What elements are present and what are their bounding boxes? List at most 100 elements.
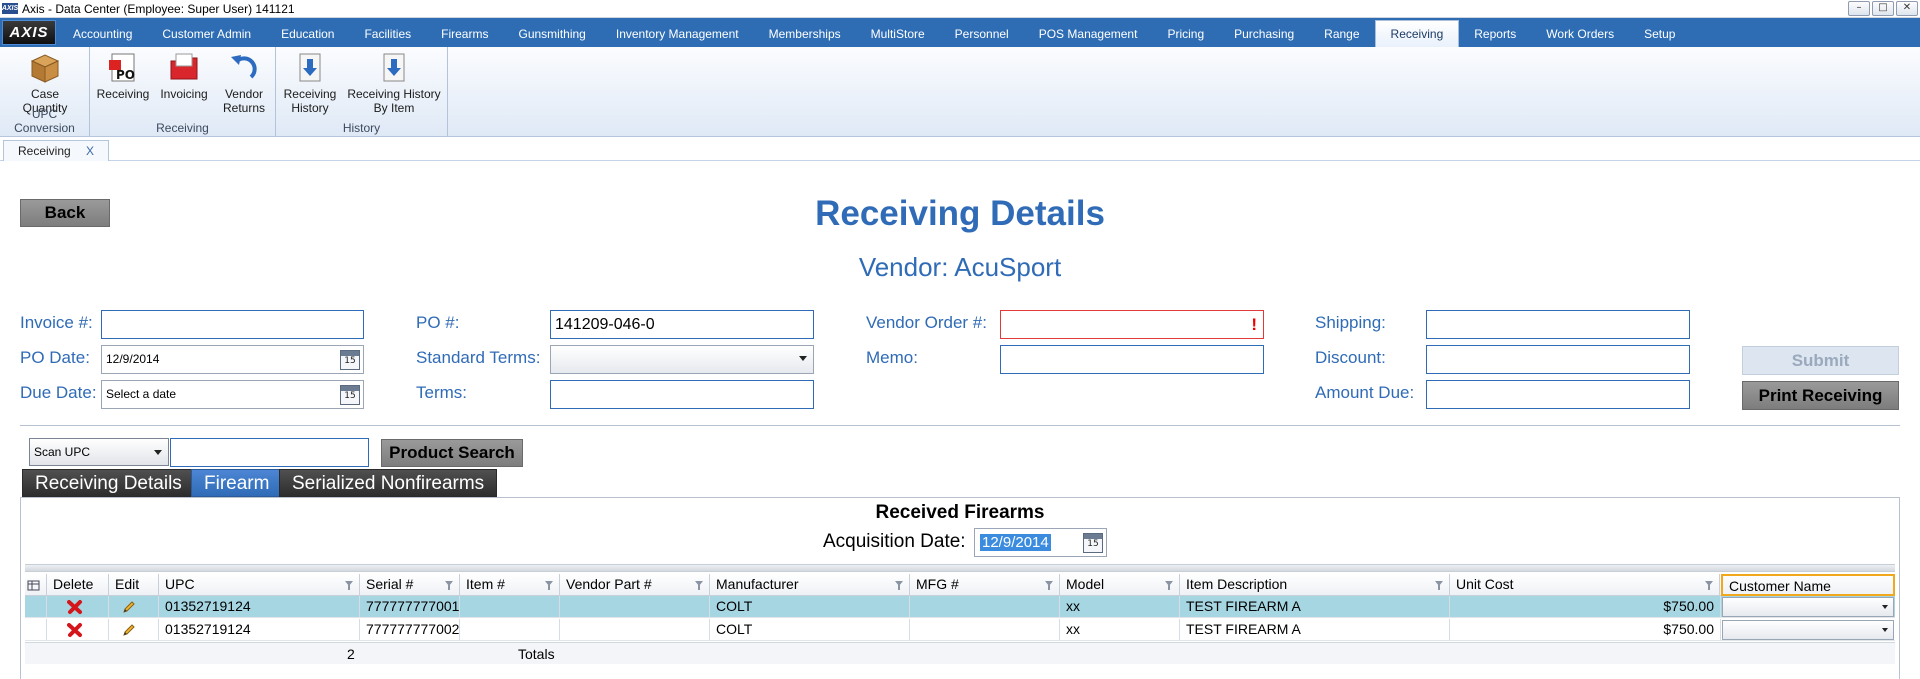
tab-receiving-details[interactable]: Receiving Details [22,469,195,497]
filter-icon[interactable] [1045,581,1053,590]
menu-work-orders[interactable]: Work Orders [1531,22,1629,47]
filter-icon[interactable] [1165,581,1173,590]
delete-icon[interactable] [67,622,83,638]
po-date-picker[interactable]: 12/9/2014 15 [101,345,364,374]
discount-input[interactable] [1426,345,1690,374]
menu-pos-management[interactable]: POS Management [1024,22,1153,47]
product-search-button[interactable]: Product Search [381,439,523,467]
acquisition-date-picker[interactable]: 12/9/2014 15 [974,528,1107,557]
vendor-returns-label-1: Vendor [224,87,264,101]
menu-purchasing[interactable]: Purchasing [1219,22,1309,47]
menu-inventory-management[interactable]: Inventory Management [601,22,754,47]
menu-accounting[interactable]: Accounting [58,22,147,47]
pencil-icon[interactable] [121,622,137,638]
table-row[interactable]: 01352719124 777777777002 COLT xx TEST FI… [25,619,1895,641]
col-upc[interactable]: UPC [159,574,360,596]
col-item-description[interactable]: Item Description [1180,574,1450,596]
doc-tab-receiving[interactable]: Receiving X [3,140,109,161]
table-row[interactable]: 01352719124 777777777001 COLT xx TEST FI… [25,596,1895,618]
page-title: Receiving Details [815,194,1105,233]
menu-customer-admin[interactable]: Customer Admin [147,22,266,47]
menu-personnel[interactable]: Personnel [940,22,1024,47]
col-model[interactable]: Model [1060,574,1180,596]
scan-mode-select[interactable]: Scan UPC [29,438,169,466]
delete-cell[interactable] [47,619,109,640]
filter-icon[interactable] [445,581,453,590]
calendar-icon[interactable]: 15 [340,350,360,370]
menu-receiving[interactable]: Receiving [1374,20,1460,47]
menu-education[interactable]: Education [266,22,349,47]
case-quantity-label-1: Case [30,87,59,101]
shipping-input[interactable] [1426,310,1690,339]
delete-cell[interactable] [47,596,109,617]
receiving-history-by-item-button[interactable]: Receiving History By Item [344,51,444,115]
col-edit[interactable]: Edit [109,574,159,596]
customer-name-select[interactable] [1722,620,1894,640]
column-chooser-icon[interactable] [25,574,47,596]
menu-pricing[interactable]: Pricing [1152,22,1219,47]
vendor-returns-button[interactable]: Vendor Returns [216,51,272,115]
vendor-returns-label-2: Returns [222,101,266,115]
vendor-order-input[interactable]: ! [1000,310,1264,339]
customer-name-select[interactable] [1722,597,1894,617]
case-quantity-button[interactable]: Case Quantity [5,51,85,115]
receiving-history-button[interactable]: Receiving History [282,51,338,115]
col-unit-cost[interactable]: Unit Cost [1450,574,1720,596]
filter-icon[interactable] [695,581,703,590]
row-indicator[interactable] [25,596,47,617]
col-mfg-number[interactable]: MFG # [910,574,1060,596]
delete-icon[interactable] [67,599,83,615]
tab-serialized-nonfirearms[interactable]: Serialized Nonfirearms [279,469,498,497]
filter-icon[interactable] [1705,581,1713,590]
menu-memberships[interactable]: Memberships [754,22,856,47]
menu-facilities[interactable]: Facilities [349,22,426,47]
col-serial[interactable]: Serial # [360,574,460,596]
invoicing-button[interactable]: Invoicing [156,51,212,101]
menu-multistore[interactable]: MultiStore [856,22,940,47]
col-customer-name[interactable]: Customer Name [1721,574,1895,596]
invoice-input[interactable] [101,310,364,339]
row-indicator[interactable] [25,619,47,640]
col-delete[interactable]: Delete [47,574,109,596]
memo-input[interactable] [1000,345,1264,374]
tab-firearm[interactable]: Firearm [191,469,283,497]
ribbon-group-history: Receiving History Receiving History By I… [276,47,448,136]
main-menubar: AXIS Accounting Customer Admin Education… [0,18,1920,47]
menu-firearms[interactable]: Firearms [426,22,503,47]
menu-reports[interactable]: Reports [1459,22,1531,47]
menu-setup[interactable]: Setup [1629,22,1690,47]
terms-input[interactable] [550,380,814,409]
minimize-button[interactable]: – [1848,1,1870,16]
edit-cell[interactable] [109,596,159,617]
filter-icon[interactable] [1435,581,1443,590]
horizontal-scrollbar[interactable] [25,564,1895,572]
col-item-number[interactable]: Item # [460,574,560,596]
ribbon-toolbar: Case Quantity UPC Conversion PO Receivin… [0,47,1920,137]
scan-mode-value: Scan UPC [34,445,91,459]
model-cell: xx [1060,619,1180,640]
receiving-button[interactable]: PO Receiving [96,51,150,101]
calendar-icon[interactable]: 15 [1083,533,1103,553]
chevron-down-icon [1882,605,1888,609]
maximize-button[interactable]: □ [1872,1,1894,16]
manufacturer-cell: COLT [710,596,910,617]
menu-range[interactable]: Range [1309,22,1374,47]
close-tab-icon[interactable]: X [86,141,94,161]
col-manufacturer[interactable]: Manufacturer [710,574,910,596]
due-date-picker[interactable]: Select a date 15 [101,380,364,409]
submit-button[interactable]: Submit [1742,346,1899,375]
filter-icon[interactable] [895,581,903,590]
filter-icon[interactable] [545,581,553,590]
menu-gunsmithing[interactable]: Gunsmithing [503,22,600,47]
po-number-input[interactable]: 141209-046-0 [550,310,814,339]
print-receiving-button[interactable]: Print Receiving [1742,381,1899,410]
calendar-icon[interactable]: 15 [340,385,360,405]
filter-icon[interactable] [345,581,353,590]
pencil-icon[interactable] [121,599,137,615]
edit-cell[interactable] [109,619,159,640]
standard-terms-select[interactable] [550,345,814,374]
col-vendor-part[interactable]: Vendor Part # [560,574,710,596]
amount-due-input[interactable] [1426,380,1690,409]
close-window-button[interactable]: ✕ [1896,1,1918,16]
scan-upc-input[interactable] [170,438,369,467]
